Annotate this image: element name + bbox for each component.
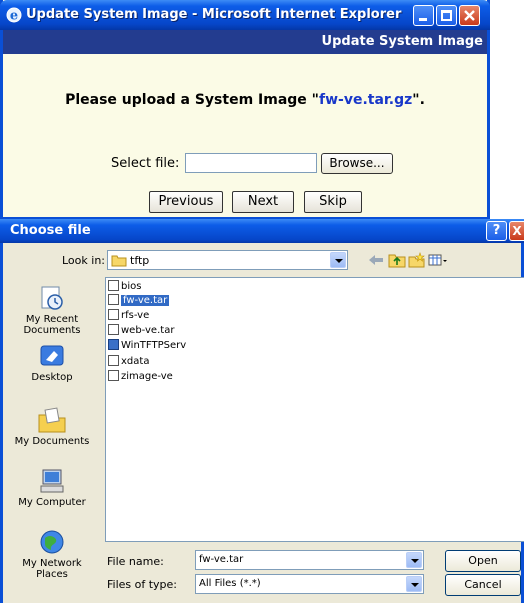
cancel-button[interactable]: Cancel <box>445 574 521 596</box>
my-documents-icon <box>38 407 66 433</box>
desktop-icon <box>40 345 64 366</box>
skip-button[interactable]: Skip <box>304 191 362 213</box>
file-name: web-ve.tar <box>121 325 175 336</box>
chevron-down-icon[interactable] <box>406 552 422 568</box>
place-label: My Recent Documents <box>23 314 81 336</box>
internet-explorer-icon: e <box>6 7 22 23</box>
file-item-web-ve-tar[interactable]: web-ve.tar <box>108 324 174 338</box>
file-item-rfs-ve[interactable]: rfs-ve <box>108 309 149 323</box>
file-item-fw-ve-tar[interactable]: fw-ve.tar <box>108 294 170 308</box>
ie-titlebar[interactable]: e Update System Image - Microsoft Intern… <box>0 0 490 30</box>
dialog-titlebar[interactable]: Choose file ? X <box>0 219 524 243</box>
file-name-label: File name: <box>107 555 164 568</box>
file-icon <box>108 294 119 305</box>
file-name-input[interactable]: fw-ve.tar <box>195 550 424 570</box>
file-list[interactable]: bios fw-ve.tar rfs-ve web-ve.tar WinTFTP… <box>105 277 524 542</box>
place-label: My Network Places <box>22 558 82 580</box>
recent-documents-icon <box>41 286 63 310</box>
maximize-icon <box>441 10 452 21</box>
select-file-label: Select file: <box>111 156 180 171</box>
file-name: zimage-ve <box>121 371 173 382</box>
browse-button[interactable]: Browse... <box>321 153 393 174</box>
chevron-down-icon[interactable] <box>330 252 346 268</box>
file-item-bios[interactable]: bios <box>108 280 141 294</box>
place-label: Desktop <box>31 372 73 383</box>
look-in-dropdown[interactable]: tftp <box>107 250 348 270</box>
file-name: fw-ve.tar <box>121 295 170 306</box>
close-button[interactable] <box>459 5 480 26</box>
place-my-computer[interactable]: My Computer <box>8 467 96 508</box>
required-filename: fw-ve.tar.gz <box>318 92 413 108</box>
file-name: rfs-ve <box>121 310 150 321</box>
file-icon <box>108 355 119 366</box>
back-arrow-icon[interactable] <box>367 252 385 268</box>
file-name: WinTFTPServ <box>121 340 187 351</box>
up-folder-icon[interactable] <box>388 252 406 268</box>
network-places-icon <box>40 530 64 554</box>
file-type-value: All Files (*.*) <box>199 578 261 589</box>
file-icon <box>108 370 119 381</box>
page-header-title: Update System Image <box>321 34 483 49</box>
file-name: xdata <box>121 356 150 367</box>
dialog-title: Choose file <box>10 223 91 238</box>
previous-button[interactable]: Previous <box>149 191 223 213</box>
place-my-network-places[interactable]: My Network Places <box>8 528 96 580</box>
my-computer-icon <box>40 469 64 493</box>
minimize-button[interactable] <box>413 5 434 26</box>
place-desktop[interactable]: Desktop <box>8 342 96 383</box>
file-icon <box>108 309 119 320</box>
places-bar: My Recent Documents Desktop My Documents… <box>8 249 96 599</box>
upload-instruction-prefix: Please upload a System Image " <box>65 92 319 108</box>
folder-icon <box>111 255 127 267</box>
file-item-wintftpserv[interactable]: WinTFTPServ <box>108 339 186 353</box>
upload-instruction: Please upload a System Image "fw-ve.tar.… <box>3 92 487 108</box>
file-icon <box>108 324 119 335</box>
file-path-input[interactable] <box>185 153 317 173</box>
view-menu-icon[interactable] <box>428 252 448 268</box>
upload-instruction-suffix: ". <box>412 92 425 108</box>
new-folder-icon[interactable] <box>408 252 426 268</box>
page-header-bar: Update System Image <box>3 30 487 54</box>
file-name: bios <box>121 281 142 292</box>
place-my-recent-documents[interactable]: My Recent Documents <box>8 284 96 336</box>
ie-window: e Update System Image - Microsoft Intern… <box>0 0 490 220</box>
minimize-icon <box>419 18 427 21</box>
ie-window-title: Update System Image - Microsoft Internet… <box>26 7 402 22</box>
file-name-value: fw-ve.tar <box>199 554 244 565</box>
help-button[interactable]: ? <box>486 221 507 241</box>
place-label: My Documents <box>14 436 90 447</box>
open-button[interactable]: Open <box>445 550 521 572</box>
maximize-button[interactable] <box>436 5 457 26</box>
dialog-close-button[interactable]: X <box>509 221 524 241</box>
place-my-documents[interactable]: My Documents <box>8 406 96 447</box>
chevron-down-icon[interactable] <box>406 576 422 592</box>
application-icon <box>108 339 119 350</box>
file-type-label: Files of type: <box>107 578 178 591</box>
choose-file-dialog: Choose file ? X Look in: tftp My Recent … <box>0 219 524 603</box>
look-in-value: tftp <box>130 254 150 267</box>
file-icon <box>108 280 119 291</box>
next-button[interactable]: Next <box>232 191 294 213</box>
file-item-xdata[interactable]: xdata <box>108 355 149 369</box>
file-type-dropdown[interactable]: All Files (*.*) <box>195 574 424 594</box>
file-item-zimage-ve[interactable]: zimage-ve <box>108 370 173 384</box>
svg-text:e: e <box>10 9 18 24</box>
place-label: My Computer <box>18 497 86 508</box>
close-icon <box>464 10 475 21</box>
